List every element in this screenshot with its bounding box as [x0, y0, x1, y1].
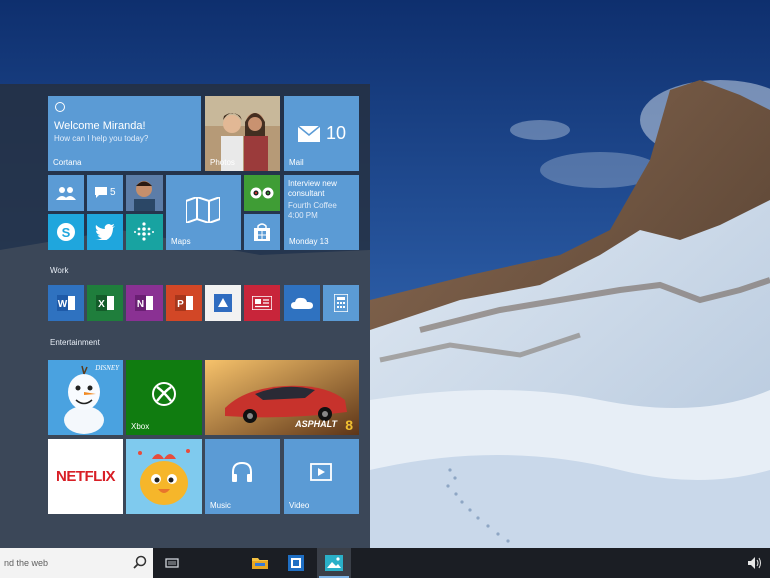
calendar-event-location: Fourth Coffee — [288, 201, 337, 210]
taskbar: nd the web — [0, 548, 770, 578]
maps-tile[interactable]: Maps — [166, 175, 241, 250]
calculator-tile[interactable] — [323, 285, 359, 321]
news-tile[interactable] — [244, 285, 280, 321]
store-bag-icon — [254, 223, 270, 241]
cortana-welcome-text: Welcome Miranda! — [54, 120, 146, 132]
cortana-circle-icon — [55, 102, 65, 112]
twitter-bird-icon — [95, 224, 115, 240]
onenote-icon: N — [135, 295, 153, 311]
chicken-character-image — [126, 439, 202, 514]
speaker-icon — [748, 557, 761, 569]
xbox-tile[interactable]: Xbox — [126, 360, 202, 435]
music-tile[interactable]: Music — [205, 439, 280, 514]
svg-text:N: N — [137, 299, 144, 310]
search-input[interactable]: nd the web — [0, 548, 153, 578]
onedrive-tile[interactable] — [284, 285, 320, 321]
mail-envelope-icon — [298, 126, 320, 142]
group-label-entertainment: Entertainment — [50, 338, 100, 347]
contact-avatar-image — [126, 175, 163, 211]
search-icon[interactable] — [133, 555, 147, 569]
start-menu: Welcome Miranda! How can I help you toda… — [0, 84, 370, 548]
netflix-logo: NETFLIX — [56, 468, 116, 485]
music-label: Music — [210, 501, 231, 510]
video-tile[interactable]: Video — [284, 439, 359, 514]
xbox-logo-icon — [152, 382, 176, 406]
disney-logo: DISNEY — [95, 364, 119, 372]
maps-icon — [186, 197, 220, 223]
photos-app-button[interactable] — [317, 548, 351, 578]
cortana-prompt-text: How can I help you today? — [54, 134, 149, 143]
skype-icon: S — [57, 223, 75, 241]
onedrive-cloud-icon — [291, 297, 313, 309]
calendar-event-line2: consultant — [288, 189, 325, 198]
video-label: Video — [289, 501, 310, 510]
twitter-tile[interactable] — [87, 214, 123, 250]
powerpoint-icon: P — [175, 295, 193, 311]
skype-tile[interactable]: S — [48, 214, 84, 250]
cortana-tile[interactable]: Welcome Miranda! How can I help you toda… — [48, 96, 201, 171]
disney-frozen-tile[interactable]: DISNEY — [48, 360, 123, 435]
file-explorer-icon — [252, 558, 268, 569]
search-placeholder: nd the web — [4, 558, 49, 568]
cortana-label: Cortana — [53, 158, 82, 167]
excel-icon: X — [96, 295, 114, 311]
netflix-tile[interactable]: NETFLIX — [48, 439, 123, 514]
photos-label: Photos — [210, 158, 235, 167]
messaging-count: 5 — [110, 187, 116, 198]
task-view-icon — [165, 558, 179, 568]
mail-tile[interactable]: 10 Mail — [284, 96, 359, 171]
photos-app-icon — [325, 555, 343, 571]
svg-text:P: P — [177, 299, 184, 310]
fitbit-tile[interactable] — [126, 214, 163, 250]
calendar-date: Monday 13 — [289, 237, 329, 246]
excel-tile[interactable]: X — [87, 285, 123, 321]
outlook-button[interactable] — [281, 548, 311, 578]
calculator-icon — [334, 294, 348, 312]
word-icon: W — [57, 295, 75, 311]
game-character-tile[interactable] — [126, 439, 202, 514]
svg-text:X: X — [98, 299, 105, 310]
task-view-button[interactable] — [157, 548, 187, 578]
video-player-icon — [310, 463, 332, 481]
word-tile[interactable]: W — [48, 285, 84, 321]
contact-photo-tile[interactable] — [126, 175, 163, 211]
store-tile[interactable] — [244, 214, 280, 250]
calendar-tile[interactable]: Interview new consultant Fourth Coffee 4… — [284, 175, 359, 250]
onenote-tile[interactable]: N — [126, 285, 163, 321]
asphalt-title: ASPHALT — [295, 419, 337, 429]
calendar-event-line1: Interview new — [288, 179, 337, 188]
asphalt-8-tile[interactable]: ASPHALT 8 — [205, 360, 359, 435]
maps-label: Maps — [171, 237, 191, 246]
fitbit-dots-icon — [134, 222, 154, 241]
calendar-event-time: 4:00 PM — [288, 211, 318, 220]
messaging-tile[interactable]: 5 — [87, 175, 123, 211]
svg-text:S: S — [62, 225, 71, 240]
outlook-icon — [288, 555, 304, 571]
tripadvisor-owl-icon — [250, 187, 274, 199]
news-icon — [252, 296, 272, 310]
headphones-icon — [232, 461, 252, 482]
office-document-icon — [214, 294, 232, 312]
powerpoint-tile[interactable]: P — [166, 285, 202, 321]
mail-count-badge: 10 — [326, 123, 347, 143]
xbox-label: Xbox — [131, 422, 150, 431]
people-tile[interactable] — [48, 175, 84, 211]
asphalt-number: 8 — [345, 417, 353, 433]
file-explorer-button[interactable] — [245, 548, 275, 578]
volume-button[interactable] — [745, 548, 767, 578]
photos-tile[interactable]: Photos — [205, 96, 280, 171]
office-app-tile[interactable] — [205, 285, 241, 321]
svg-text:W: W — [58, 299, 68, 310]
group-label-work: Work — [50, 266, 69, 275]
tripadvisor-tile[interactable] — [244, 175, 280, 211]
people-icon — [56, 187, 76, 200]
message-icon — [95, 187, 107, 198]
mail-label: Mail — [289, 158, 304, 167]
